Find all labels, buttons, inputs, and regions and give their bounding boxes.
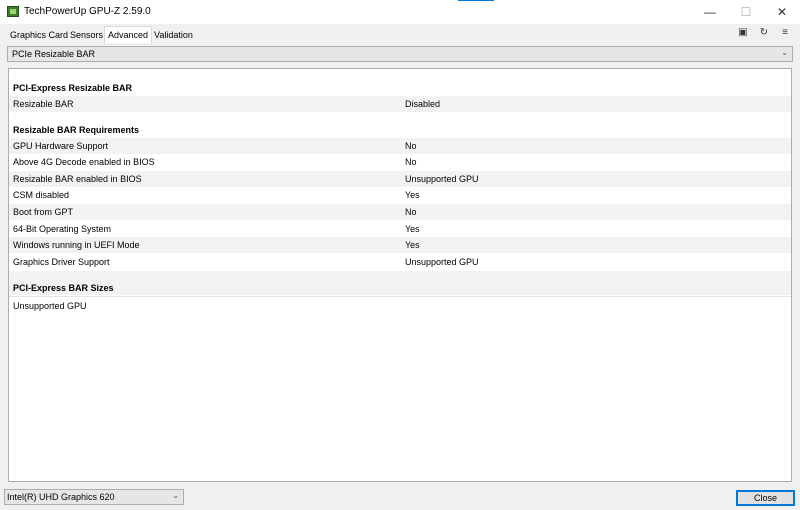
table-row: Resizable BAR enabled in BIOS Unsupporte… <box>9 171 791 187</box>
tab-graphics-card[interactable]: Graphics Card <box>7 29 71 43</box>
gpuz-app-icon <box>7 6 19 17</box>
row-label: Windows running in UEFI Mode <box>13 240 140 250</box>
row-label: Graphics Driver Support <box>13 257 110 267</box>
row-value: Disabled <box>405 99 441 109</box>
row-label: Resizable BAR enabled in BIOS <box>13 174 142 184</box>
table-row: Resizable BAR Disabled <box>9 96 791 112</box>
row-value: Unsupported GPU <box>405 174 479 184</box>
details-panel: PCI-Express Resizable BAR Resizable BAR … <box>8 68 792 482</box>
row-value: Yes <box>405 190 420 200</box>
window-title: TechPowerUp GPU-Z 2.59.0 <box>24 6 151 17</box>
row-label: Above 4G Decode enabled in BIOS <box>13 157 155 167</box>
row-label: Boot from GPT <box>13 207 74 217</box>
row-label: GPU Hardware Support <box>13 141 109 151</box>
title-bar: TechPowerUp GPU-Z 2.59.0 — ☐ ✕ <box>0 0 800 24</box>
maximize-button[interactable]: ☐ <box>728 0 764 24</box>
table-row: Graphics Driver Support Unsupported GPU <box>9 254 791 270</box>
close-button[interactable]: Close <box>736 490 795 506</box>
section-band <box>9 271 791 295</box>
tab-advanced[interactable]: Advanced <box>104 26 153 43</box>
table-row: CSM disabled Yes <box>9 187 791 203</box>
minimize-button[interactable]: — <box>692 0 728 24</box>
row-value: No <box>405 141 417 151</box>
close-window-button[interactable]: ✕ <box>764 0 800 24</box>
table-row: 64-Bit Operating System Yes <box>9 221 791 237</box>
divider <box>9 296 791 297</box>
table-row: Windows running in UEFI Mode Yes <box>9 237 791 253</box>
table-row: Boot from GPT No <box>9 204 791 220</box>
row-label: CSM disabled <box>13 190 70 200</box>
camera-icon[interactable]: ▣ <box>736 27 750 39</box>
row-value: No <box>405 207 417 217</box>
table-row: GPU Hardware Support No <box>9 138 791 154</box>
row-value: Unsupported GPU <box>405 257 479 267</box>
row-value: Yes <box>405 224 420 234</box>
chevron-down-icon: ⌄ <box>781 48 788 57</box>
section-header-resizable-bar-requirements: Resizable BAR Requirements <box>13 125 140 135</box>
advanced-page-value: PCIe Resizable BAR <box>12 49 96 59</box>
section-header-pcie-bar-sizes: PCI-Express BAR Sizes <box>13 283 114 293</box>
menu-icon[interactable]: ≡ <box>778 27 792 39</box>
title-accent-line <box>458 0 494 1</box>
tab-bar: Graphics Card Sensors Advanced Validatio… <box>0 24 800 43</box>
bar-sizes-value: Unsupported GPU <box>13 301 87 311</box>
row-value: Yes <box>405 240 420 250</box>
chevron-down-icon: ⌄ <box>172 491 179 500</box>
gpu-selector-dropdown[interactable]: Intel(R) UHD Graphics 620 ⌄ <box>4 489 184 505</box>
table-row: Above 4G Decode enabled in BIOS No <box>9 154 791 170</box>
gpu-selector-value: Intel(R) UHD Graphics 620 <box>7 492 115 502</box>
tab-validation[interactable]: Validation <box>151 29 196 43</box>
row-value: No <box>405 157 417 167</box>
tab-sensors[interactable]: Sensors <box>67 29 106 43</box>
row-label: Resizable BAR <box>13 99 74 109</box>
advanced-page-dropdown[interactable]: PCIe Resizable BAR ⌄ <box>7 46 793 62</box>
section-header-pcie-resizable-bar: PCI-Express Resizable BAR <box>13 83 133 93</box>
refresh-icon[interactable]: ↻ <box>757 27 771 39</box>
row-label: 64-Bit Operating System <box>13 224 112 234</box>
